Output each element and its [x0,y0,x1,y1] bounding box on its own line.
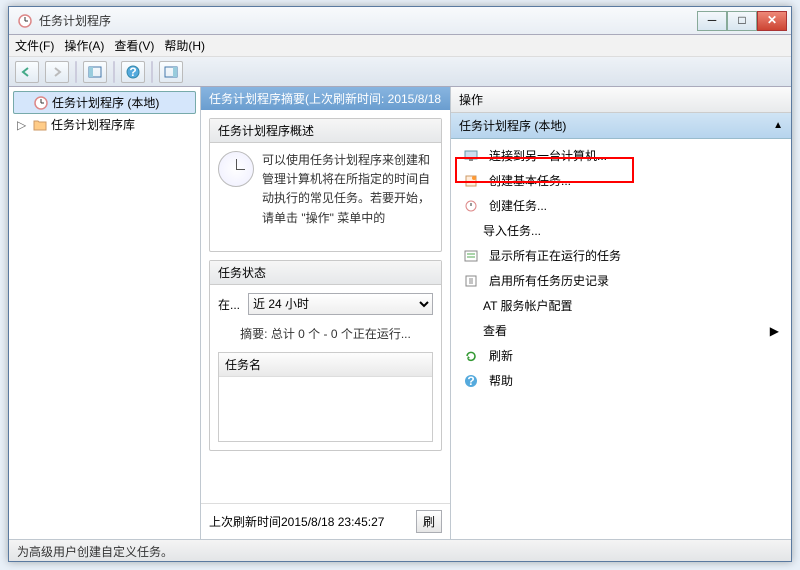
wizard-icon [463,173,479,189]
menu-file[interactable]: 文件(F) [15,37,54,54]
status-bar: 为高级用户创建自定义任务。 [9,539,791,561]
svg-text:?: ? [129,65,136,79]
menu-view[interactable]: 查看(V) [114,37,154,54]
toolbar-separator [75,61,77,83]
hide-actions-button[interactable] [159,61,183,83]
action-view[interactable]: 查看 ▶ [451,318,791,343]
actions-subheader-label: 任务计划程序 (本地) [459,117,566,134]
action-enable-history-label: 启用所有任务历史记录 [489,272,609,289]
tree-pane[interactable]: 任务计划程序 (本地) ▷ 任务计划程序库 [9,87,201,539]
task-list[interactable]: 任务名 [218,352,433,442]
tree-root-label: 任务计划程序 (本地) [52,94,159,111]
summary-footer: 上次刷新时间2015/8/18 23:45:27 刷 [201,503,450,539]
maximize-button[interactable]: □ [727,11,757,31]
window-title: 任务计划程序 [39,12,697,29]
tree-library-label: 任务计划程序库 [51,116,135,133]
last-refresh-time: 上次刷新时间2015/8/18 23:45:27 [209,513,408,530]
toolbar: ? [9,57,791,87]
action-connect-label: 连接到另一台计算机... [489,147,607,164]
action-import[interactable]: 导入任务... [451,218,791,243]
overview-panel-title: 任务计划程序概述 [210,119,441,143]
action-create[interactable]: 创建任务... [451,193,791,218]
status-panel: 任务状态 在... 近 24 小时 摘要: 总计 0 个 - 0 个正在运行..… [209,260,442,451]
submenu-arrow-icon: ▶ [770,324,779,338]
title-bar[interactable]: 任务计划程序 ─ □ ✕ [9,7,791,35]
content-area: 任务计划程序 (本地) ▷ 任务计划程序库 任务计划程序摘要(上次刷新时间: 2… [9,87,791,539]
expander-icon[interactable]: ▷ [17,118,29,132]
action-show-running[interactable]: 显示所有正在运行的任务 [451,243,791,268]
close-button[interactable]: ✕ [757,11,787,31]
status-range-select[interactable]: 近 24 小时 [248,293,433,315]
hide-tree-button[interactable] [83,61,107,83]
action-help[interactable]: ? 帮助 [451,368,791,393]
action-help-label: 帮助 [489,372,513,389]
summary-pane: 任务计划程序摘要(上次刷新时间: 2015/8/18 任务计划程序概述 可以使用… [201,87,451,539]
summary-header: 任务计划程序摘要(上次刷新时间: 2015/8/18 [201,87,450,110]
action-enable-history[interactable]: 启用所有任务历史记录 [451,268,791,293]
scheduler-icon [17,13,33,29]
action-refresh[interactable]: 刷新 [451,343,791,368]
tree-root[interactable]: 任务计划程序 (本地) [13,91,196,114]
overview-panel: 任务计划程序概述 可以使用任务计划程序来创建和管理计算机将在所指定的时间自动执行… [209,118,442,252]
status-bar-text: 为高级用户创建自定义任务。 [17,545,173,559]
overview-text: 可以使用任务计划程序来创建和管理计算机将在所指定的时间自动执行的常见任务。若要开… [262,151,433,243]
svg-text:?: ? [467,374,474,388]
toolbar-separator-2 [113,61,115,83]
history-icon [463,273,479,289]
refresh-icon [463,348,479,364]
folder-icon [33,119,47,131]
action-connect[interactable]: 连接到另一台计算机... [451,143,791,168]
menu-bar: 文件(F) 操作(A) 查看(V) 帮助(H) [9,35,791,57]
tree-library[interactable]: ▷ 任务计划程序库 [13,114,196,135]
menu-help[interactable]: 帮助(H) [164,37,205,54]
task-list-header[interactable]: 任务名 [219,353,432,377]
refresh-button[interactable]: 刷 [416,510,442,533]
action-create-basic[interactable]: 创建基本任务... [451,168,791,193]
action-create-label: 创建任务... [489,197,547,214]
action-view-label: 查看 [483,322,507,339]
status-summary: 摘要: 总计 0 个 - 0 个正在运行... [218,325,433,342]
scheduler-icon [34,96,48,110]
help-button[interactable]: ? [121,61,145,83]
main-window: 任务计划程序 ─ □ ✕ 文件(F) 操作(A) 查看(V) 帮助(H) ? 任… [8,6,792,562]
actions-pane: 操作 任务计划程序 (本地) ▲ 连接到另一台计算机... 创建基本任务... … [451,87,791,539]
toolbar-separator-3 [151,61,153,83]
minimize-button[interactable]: ─ [697,11,727,31]
summary-body: 任务计划程序概述 可以使用任务计划程序来创建和管理计算机将在所指定的时间自动执行… [201,110,450,503]
actions-header: 操作 [451,87,791,113]
help-icon: ? [463,373,479,389]
running-tasks-icon [463,248,479,264]
forward-button[interactable] [45,61,69,83]
status-panel-title: 任务状态 [210,261,441,285]
action-create-basic-label: 创建基本任务... [489,172,571,189]
task-icon [463,198,479,214]
menu-action[interactable]: 操作(A) [64,37,104,54]
action-show-running-label: 显示所有正在运行的任务 [489,247,621,264]
window-buttons: ─ □ ✕ [697,11,787,31]
clock-icon [218,151,254,187]
actions-list: 连接到另一台计算机... 创建基本任务... 创建任务... 导入任务... 显… [451,139,791,397]
action-at-config[interactable]: AT 服务帐户配置 [451,293,791,318]
computer-icon [463,148,479,164]
actions-subheader[interactable]: 任务计划程序 (本地) ▲ [451,113,791,139]
status-label: 在... [218,296,240,313]
action-refresh-label: 刷新 [489,347,513,364]
collapse-icon[interactable]: ▲ [773,120,783,131]
back-button[interactable] [15,61,39,83]
action-at-config-label: AT 服务帐户配置 [483,297,573,314]
action-import-label: 导入任务... [483,222,541,239]
